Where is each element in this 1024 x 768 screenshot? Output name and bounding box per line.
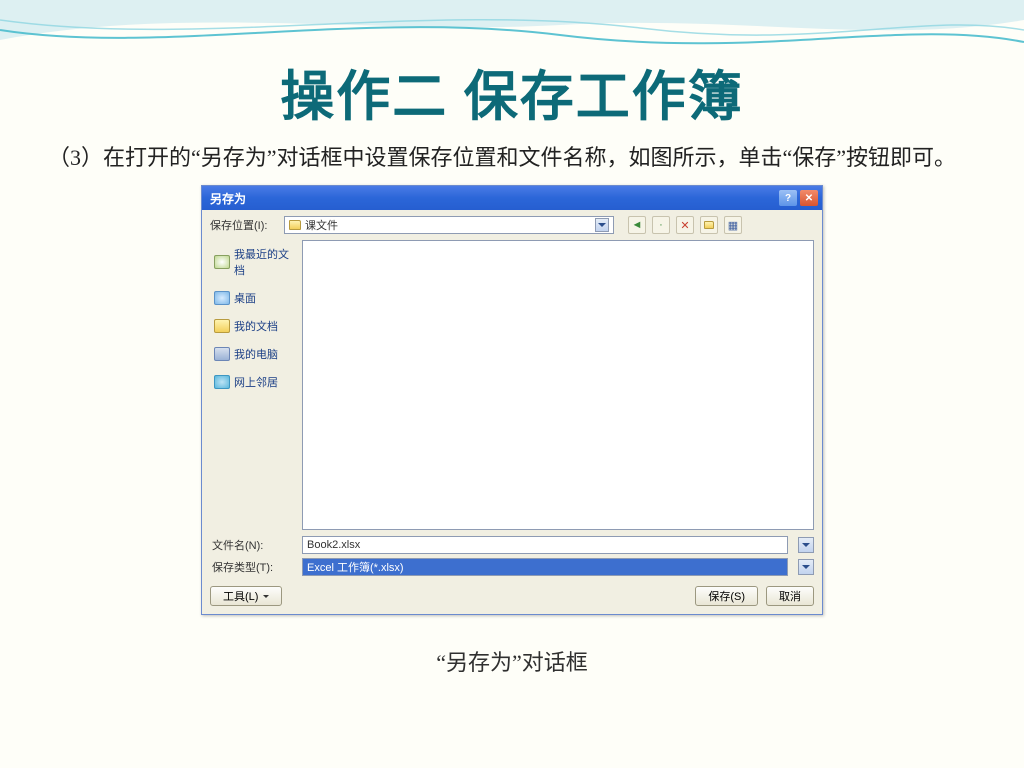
filetype-label: 保存类型(T): bbox=[210, 559, 296, 575]
sidebar-item-label: 网上邻居 bbox=[234, 374, 278, 390]
dialog-title: 另存为 bbox=[210, 190, 246, 207]
dialog-titlebar[interactable]: 另存为 ? ✕ bbox=[202, 186, 822, 210]
sidebar-item-label: 我的文档 bbox=[234, 318, 278, 334]
views-icon[interactable]: ▦ bbox=[724, 216, 742, 234]
desktop-icon bbox=[214, 291, 230, 305]
sidebar-item-documents[interactable]: 我的文档 bbox=[210, 312, 296, 340]
up-icon[interactable]: · bbox=[652, 216, 670, 234]
sidebar-item-label: 我的电脑 bbox=[234, 346, 278, 362]
window-buttons: ? ✕ bbox=[779, 190, 818, 206]
slide-title: 操作二 保存工作簿 bbox=[0, 0, 1024, 131]
location-label: 保存位置(I): bbox=[210, 217, 278, 233]
sidebar-item-label: 桌面 bbox=[234, 290, 256, 306]
chevron-down-icon[interactable] bbox=[595, 218, 609, 232]
filetype-dropdown[interactable]: Excel 工作簿(*.xlsx) bbox=[302, 558, 788, 576]
chevron-down-icon[interactable] bbox=[798, 559, 814, 575]
location-dropdown[interactable]: 课文件 bbox=[284, 216, 614, 234]
filename-input[interactable]: Book2.xlsx bbox=[302, 536, 788, 554]
folder-icon bbox=[289, 220, 301, 230]
close-button[interactable]: ✕ bbox=[800, 190, 818, 206]
documents-icon bbox=[214, 319, 230, 333]
file-list-area[interactable] bbox=[302, 240, 814, 530]
location-value: 课文件 bbox=[305, 217, 338, 233]
places-sidebar: 我最近的文档 桌面 我的文档 我的电脑 网上邻居 bbox=[210, 240, 296, 530]
new-folder-icon[interactable] bbox=[700, 216, 718, 234]
filename-label: 文件名(N): bbox=[210, 537, 296, 553]
network-icon bbox=[214, 375, 230, 389]
sidebar-item-label: 我最近的文档 bbox=[234, 246, 292, 278]
slide-body-text: （3）在打开的“另存为”对话框中设置保存位置和文件名称，如图所示，单击“保存”按… bbox=[0, 131, 1024, 175]
filetype-value: Excel 工作簿(*.xlsx) bbox=[307, 559, 404, 575]
sidebar-item-computer[interactable]: 我的电脑 bbox=[210, 340, 296, 368]
sidebar-item-network[interactable]: 网上邻居 bbox=[210, 368, 296, 396]
save-as-dialog: 另存为 ? ✕ 保存位置(I): 课文件 ◄ · ✕ ▦ bbox=[201, 185, 823, 615]
filename-value: Book2.xlsx bbox=[307, 539, 360, 551]
save-button[interactable]: 保存(S) bbox=[695, 586, 758, 606]
recent-icon bbox=[214, 255, 230, 269]
chevron-down-icon[interactable] bbox=[798, 537, 814, 553]
tools-button[interactable]: 工具(L) bbox=[210, 586, 282, 606]
sidebar-item-recent[interactable]: 我最近的文档 bbox=[210, 240, 296, 284]
cancel-button[interactable]: 取消 bbox=[766, 586, 814, 606]
computer-icon bbox=[214, 347, 230, 361]
help-button[interactable]: ? bbox=[779, 190, 797, 206]
toolbar-icons: ◄ · ✕ ▦ bbox=[628, 216, 742, 234]
sidebar-item-desktop[interactable]: 桌面 bbox=[210, 284, 296, 312]
figure-caption: “另存为”对话框 bbox=[0, 645, 1024, 677]
delete-icon[interactable]: ✕ bbox=[676, 216, 694, 234]
back-icon[interactable]: ◄ bbox=[628, 216, 646, 234]
